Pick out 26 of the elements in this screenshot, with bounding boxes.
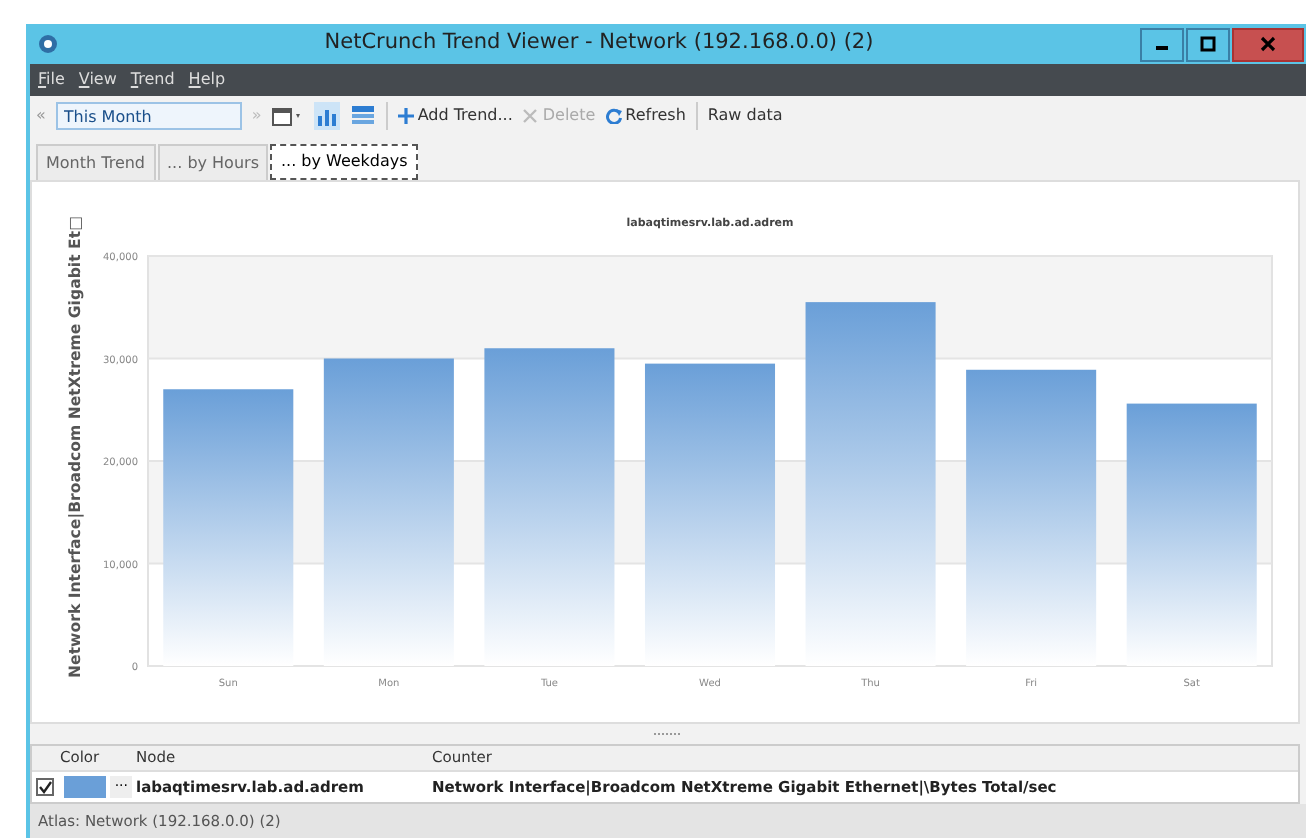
close-icon (1260, 36, 1276, 52)
refresh-button[interactable]: Refresh (605, 104, 686, 128)
chart-view-button[interactable] (313, 102, 340, 130)
menu-item[interactable]: Help (188, 68, 226, 92)
delete-icon (522, 108, 539, 124)
table-view-button[interactable] (349, 102, 376, 130)
tab[interactable]: ... by Weekdays (270, 144, 418, 180)
maximize-icon (1200, 36, 1216, 52)
maximize-button[interactable] (1186, 27, 1230, 61)
raw-data-button[interactable]: Raw data (707, 104, 783, 128)
tab[interactable]: Month Trend (36, 144, 156, 180)
calendar-button[interactable] (271, 106, 304, 126)
plus-icon (397, 108, 414, 124)
menu-item[interactable]: View (78, 68, 117, 92)
refresh-icon (605, 108, 622, 124)
tab[interactable]: ... by Hours (157, 144, 269, 180)
color-swatch[interactable] (64, 776, 107, 798)
close-button[interactable] (1232, 27, 1304, 61)
period-field[interactable]: This Month (55, 102, 242, 130)
window-title: NetCrunch Trend Viewer - Network (192.168.0.0) (2) (322, 28, 876, 59)
add-button[interactable]: Add Trend... (397, 104, 513, 128)
menu-item[interactable]: File (38, 68, 65, 92)
minimize-button[interactable] (1140, 27, 1184, 61)
app-icon (38, 34, 58, 54)
row-checkbox[interactable] (36, 778, 54, 796)
menu-item[interactable]: Trend (130, 68, 175, 92)
